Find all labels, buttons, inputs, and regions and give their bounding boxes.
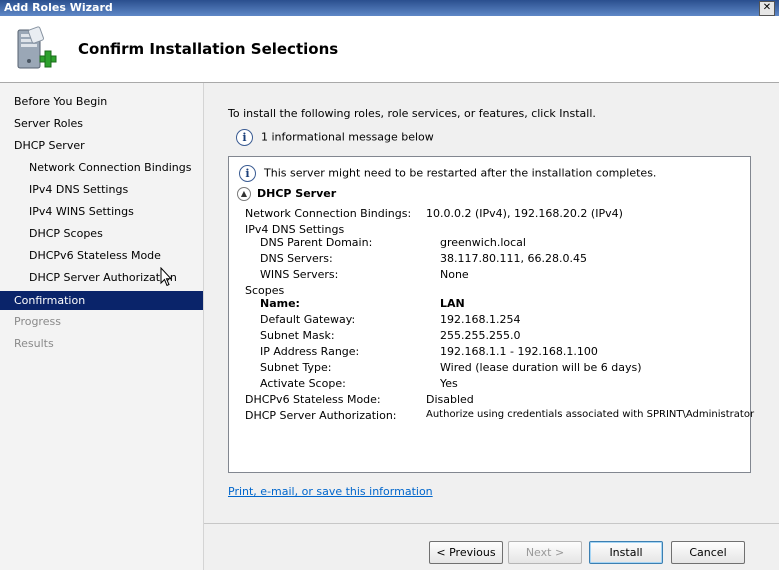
- selections-panel: i This server might need to be restarted …: [228, 156, 755, 473]
- page-title: Confirm Installation Selections: [78, 40, 339, 58]
- sidebar-item-ipv4-wins-settings[interactable]: IPv4 WINS Settings: [0, 202, 203, 222]
- mouse-cursor-icon: [160, 267, 172, 287]
- footer-divider: [204, 523, 779, 524]
- sidebar-item-ipv4-dns-settings[interactable]: IPv4 DNS Settings: [0, 180, 203, 200]
- wins-value: None: [440, 268, 469, 281]
- info-icon: i: [236, 129, 253, 146]
- dns-servers-label: DNS Servers:: [260, 252, 333, 265]
- ncb-label: Network Connection Bindings:: [245, 207, 412, 220]
- ip-range-value: 192.168.1.1 - 192.168.1.100: [440, 345, 598, 358]
- ipv4-dns-label: IPv4 DNS Settings: [245, 223, 345, 236]
- dhcp-server-section[interactable]: ▲ DHCP Server: [237, 187, 336, 201]
- dns-parent-value: greenwich.local: [440, 236, 526, 249]
- sidebar-item-dhcp-server[interactable]: DHCP Server: [0, 136, 203, 156]
- dns-servers-value: 38.117.80.111, 66.28.0.45: [440, 252, 587, 265]
- sidebar-item-confirmation[interactable]: Confirmation: [0, 291, 203, 310]
- sidebar-item-dhcp-server-authorization[interactable]: DHCP Server Authorization: [0, 268, 203, 288]
- title-bar: Add Roles Wizard ✕: [0, 0, 779, 16]
- wizard-steps-sidebar: Before You Begin Server Roles DHCP Serve…: [0, 83, 204, 570]
- restart-message-text: This server might need to be restarted a…: [264, 166, 657, 180]
- dns-parent-label: DNS Parent Domain:: [260, 236, 373, 249]
- info-count-text: 1 informational message below: [261, 130, 434, 144]
- sidebar-item-results: Results: [14, 337, 54, 350]
- subnet-value: 255.255.255.0: [440, 329, 521, 342]
- activate-label: Activate Scope:: [260, 377, 346, 390]
- next-button[interactable]: Next >: [508, 541, 582, 564]
- sidebar-item-network-connection-bindings[interactable]: Network Connection Bindings: [0, 158, 203, 178]
- scope-name-label: Name:: [260, 297, 300, 310]
- cancel-button[interactable]: Cancel: [671, 541, 745, 564]
- gateway-value: 192.168.1.254: [440, 313, 521, 326]
- info-icon: i: [239, 165, 256, 182]
- wins-label: WINS Servers:: [260, 268, 339, 281]
- window-title: Add Roles Wizard: [4, 1, 113, 14]
- authorization-label: DHCP Server Authorization:: [245, 409, 397, 422]
- close-button[interactable]: ✕: [759, 1, 775, 16]
- sidebar-item-dhcp-scopes[interactable]: DHCP Scopes: [0, 224, 203, 244]
- print-save-link[interactable]: Print, e-mail, or save this information: [228, 485, 433, 498]
- gateway-label: Default Gateway:: [260, 313, 356, 326]
- subnet-type-value: Wired (lease duration will be 6 days): [440, 361, 642, 374]
- info-summary: i 1 informational message below: [236, 129, 434, 146]
- wizard-header: Confirm Installation Selections: [0, 16, 779, 83]
- previous-button[interactable]: < Previous: [429, 541, 503, 564]
- ncb-value: 10.0.0.2 (IPv4), 192.168.20.2 (IPv4): [426, 207, 623, 220]
- server-roles-add-icon: [17, 26, 57, 69]
- activate-value: Yes: [440, 377, 458, 390]
- ip-range-label: IP Address Range:: [260, 345, 360, 358]
- sidebar-item-server-roles[interactable]: Server Roles: [0, 114, 203, 134]
- scope-name-value: LAN: [440, 297, 465, 310]
- intro-text: To install the following roles, role ser…: [228, 107, 596, 120]
- dhcpv6-value: Disabled: [426, 393, 474, 406]
- sidebar-item-progress: Progress: [14, 315, 61, 328]
- restart-message: i This server might need to be restarted …: [239, 165, 656, 182]
- section-title: DHCP Server: [257, 187, 337, 200]
- scopes-label: Scopes: [245, 284, 285, 297]
- subnet-label: Subnet Mask:: [260, 329, 335, 342]
- sidebar-item-dhcpv6-stateless-mode[interactable]: DHCPv6 Stateless Mode: [0, 246, 203, 266]
- subnet-type-label: Subnet Type:: [260, 361, 332, 374]
- sidebar-item-before-you-begin[interactable]: Before You Begin: [0, 92, 203, 112]
- authorization-value: Authorize using credentials associated w…: [426, 409, 755, 420]
- main-content: To install the following roles, role ser…: [204, 83, 779, 570]
- collapse-chevron-icon[interactable]: ▲: [237, 187, 251, 201]
- dhcpv6-label: DHCPv6 Stateless Mode:: [245, 393, 381, 406]
- install-button[interactable]: Install: [589, 541, 663, 564]
